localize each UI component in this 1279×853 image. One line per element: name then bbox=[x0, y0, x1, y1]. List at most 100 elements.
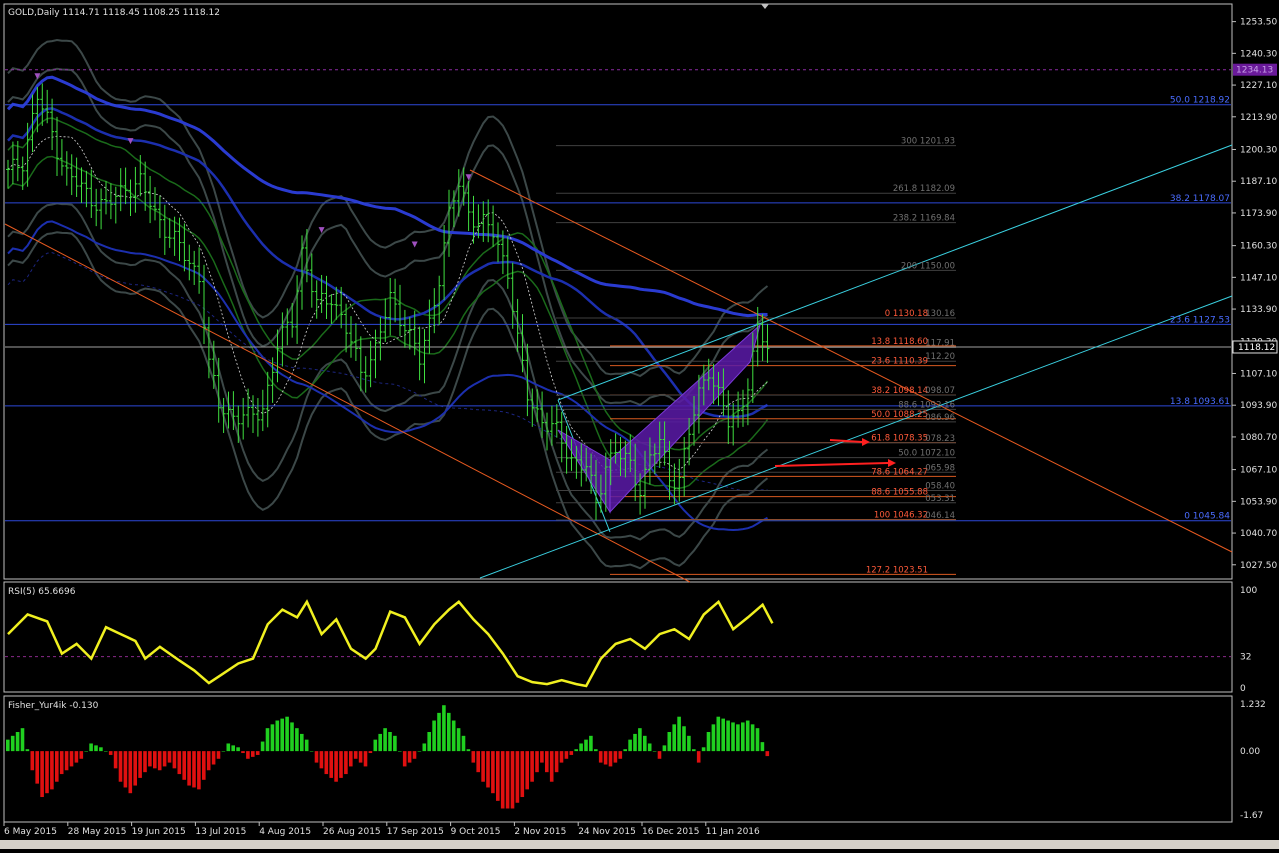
fisher-bar-negative bbox=[118, 751, 123, 782]
fisher-bar-positive bbox=[427, 731, 431, 752]
price-tick-label: 1227.10 bbox=[1240, 81, 1277, 91]
fisher-bar-negative bbox=[344, 751, 348, 775]
fisher-bar-negative bbox=[554, 751, 559, 773]
fisher-bar-negative bbox=[197, 751, 201, 790]
chart-svg[interactable]: 50.0 1218.92 38.2 1178.07 23.6 1127.53 13.8… bbox=[0, 0, 1279, 849]
status-strip bbox=[0, 840, 1279, 849]
fisher-bar-positive bbox=[716, 716, 721, 752]
fisher-bar-negative bbox=[79, 751, 84, 759]
gray-fib-label: 053.31 bbox=[925, 494, 955, 504]
price-tick-label: 1253.50 bbox=[1240, 18, 1277, 28]
time-tick-label: 24 Nov 2015 bbox=[578, 827, 636, 837]
fisher-bar-positive bbox=[652, 751, 657, 752]
fisher-bar-negative bbox=[368, 751, 373, 754]
red-fib-label: 0 1130.18 bbox=[885, 309, 928, 319]
fisher-bar-positive bbox=[726, 720, 730, 752]
fisher-bar-positive bbox=[104, 751, 108, 752]
fisher-bar-positive bbox=[638, 728, 642, 752]
fisher-bar-negative bbox=[153, 751, 157, 769]
price-tick-label: 1147.10 bbox=[1240, 273, 1277, 283]
red-fib-label: 50.0 1088.25 bbox=[871, 410, 928, 420]
fisher-bar-positive bbox=[304, 739, 309, 752]
time-tick-label: 13 Jul 2015 bbox=[195, 827, 246, 837]
fisher-bar-positive bbox=[574, 749, 578, 752]
fisher-bar-positive bbox=[755, 728, 760, 752]
time-tick-label: 19 Jun 2015 bbox=[132, 827, 186, 837]
price-axis: 1253.50 1240.30 1227.10 1213.90 1200.30 1187.… bbox=[1232, 18, 1278, 571]
fisher-bar-negative bbox=[187, 751, 191, 786]
fisher-bar-positive bbox=[437, 712, 441, 752]
fisher-bar-positive bbox=[300, 733, 304, 752]
red-fib-label: 78.6 1064.27 bbox=[871, 467, 928, 477]
gray-fib-label: 065.98 bbox=[925, 463, 955, 473]
fisher-bar-negative bbox=[402, 751, 407, 767]
rsi-label-100: 100 bbox=[1240, 586, 1257, 596]
gray-fib-label: 086.96 bbox=[925, 413, 955, 423]
fisher-bar-positive bbox=[442, 705, 446, 752]
fisher-bar-positive bbox=[711, 724, 716, 752]
fisher-label-zero: 0.00 bbox=[1240, 747, 1260, 757]
fisher-bar-positive bbox=[422, 743, 427, 752]
gray-fib-label: 098.07 bbox=[925, 386, 955, 396]
current-price-label: 1118.12 bbox=[1238, 343, 1275, 353]
fisher-bar-negative bbox=[255, 751, 260, 755]
fisher-bar-negative bbox=[496, 751, 500, 801]
fisher-bar-negative bbox=[613, 751, 618, 763]
time-tick-label: 2 Nov 2015 bbox=[514, 827, 566, 837]
fisher-bar-positive bbox=[20, 728, 25, 752]
fisher-bar-positive bbox=[373, 739, 378, 752]
fisher-bar-positive bbox=[672, 724, 676, 752]
chart-header: GOLD,Daily 1114.71 1118.45 1108.25 1118.… bbox=[8, 8, 220, 18]
fisher-bar-negative bbox=[525, 751, 529, 790]
fisher-bar-negative bbox=[608, 751, 613, 767]
fisher-bar-positive bbox=[383, 728, 387, 752]
blue-fib-label: 13.8 1093.61 bbox=[1170, 397, 1230, 407]
price-tick-label: 1107.10 bbox=[1240, 369, 1277, 379]
fisher-bar-negative bbox=[500, 751, 505, 809]
fisher-bar-positive bbox=[741, 722, 745, 752]
fisher-bar-positive bbox=[706, 731, 711, 752]
fisher-bar-negative bbox=[515, 751, 520, 803]
trading-chart[interactable]: 50.0 1218.92 38.2 1178.07 23.6 1127.53 13.8… bbox=[0, 0, 1279, 849]
price-tick-label: 1080.70 bbox=[1240, 433, 1277, 443]
fisher-bar-positive bbox=[721, 718, 725, 752]
fisher-bar-negative bbox=[520, 751, 525, 798]
red-fib-label: 127.2 1023.51 bbox=[866, 565, 928, 575]
blue-fib-label: 50.0 1218.92 bbox=[1170, 96, 1230, 106]
fisher-bar-positive bbox=[451, 720, 456, 752]
price-tick-label: 1053.90 bbox=[1240, 497, 1277, 507]
rsi-label-32: 32 bbox=[1240, 653, 1251, 663]
fisher-bar-negative bbox=[138, 751, 142, 778]
time-tick-label: 26 Aug 2015 bbox=[323, 827, 381, 837]
gray-fib-label: 112.20 bbox=[925, 352, 955, 362]
fisher-bar-positive bbox=[623, 749, 627, 752]
fisher-bar-negative bbox=[30, 751, 35, 771]
price-tick-label: 1200.30 bbox=[1240, 145, 1277, 155]
gray-fib-label: 88.6 1092.16 bbox=[898, 400, 955, 410]
fisher-bar-positive bbox=[221, 751, 226, 752]
fisher-bar-positive bbox=[594, 749, 598, 752]
gray-fib-label: 50.0 1072.10 bbox=[898, 449, 955, 459]
fisher-bar-negative bbox=[314, 751, 319, 763]
rsi-label-0: 0 bbox=[1240, 684, 1246, 694]
fisher-bar-positive bbox=[280, 718, 284, 752]
fisher-bar-negative bbox=[505, 751, 510, 809]
fisher-bar-positive bbox=[231, 745, 235, 752]
fisher-bar-positive bbox=[647, 743, 652, 752]
fisher-bar-negative bbox=[363, 751, 368, 767]
fisher-bar-positive bbox=[84, 751, 88, 752]
rsi-panel[interactable] bbox=[3, 581, 1233, 693]
blue-fib-label: 38.2 1178.07 bbox=[1170, 194, 1230, 204]
fisher-bar-negative bbox=[133, 751, 137, 786]
gray-fib-label: 200 1150.00 bbox=[901, 261, 955, 271]
time-axis: 6 May 2015 28 May 2015 19 Jun 2015 13 Jul 2… bbox=[3, 822, 760, 837]
fisher-bar-negative bbox=[45, 751, 49, 794]
fisher-bar-positive bbox=[6, 739, 10, 752]
gray-fib-label: 130.16 bbox=[925, 309, 955, 319]
fisher-bar-positive bbox=[94, 745, 98, 752]
fisher-bar-negative bbox=[182, 751, 186, 780]
fisher-bar-negative bbox=[143, 751, 147, 773]
fisher-bar-negative bbox=[177, 751, 182, 775]
fisher-bar-positive bbox=[589, 735, 593, 752]
fisher-bar-positive bbox=[667, 731, 672, 752]
